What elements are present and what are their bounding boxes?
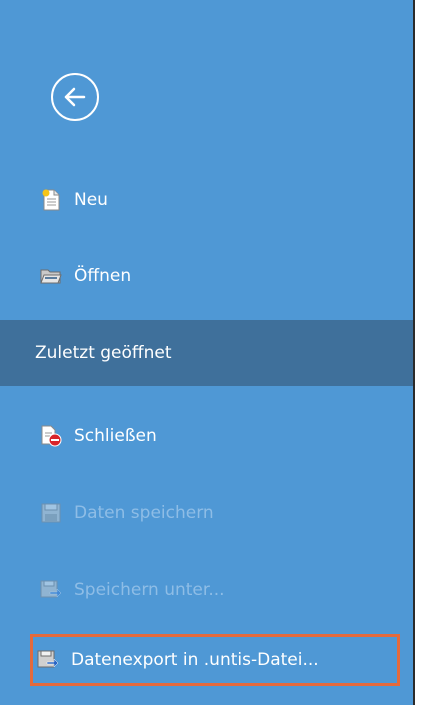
back-button[interactable]	[51, 73, 99, 121]
arrow-left-icon	[64, 87, 86, 107]
menu-item-label: Speichern unter...	[74, 580, 225, 600]
menu-item-new[interactable]: Neu	[0, 170, 413, 230]
menu-item-close[interactable]: Schließen	[0, 406, 413, 466]
menu-item-label: Zuletzt geöffnet	[35, 343, 172, 363]
menu-item-open[interactable]: Öffnen	[0, 246, 413, 306]
save-as-icon	[40, 579, 62, 601]
close-document-icon	[40, 425, 62, 447]
menu-item-label: Daten speichern	[74, 503, 214, 523]
open-folder-icon	[40, 265, 62, 287]
save-icon	[40, 502, 62, 524]
menu-item-label: Neu	[74, 190, 108, 210]
window-border	[413, 0, 415, 705]
new-document-icon	[40, 189, 62, 211]
menu-item-save-as: Speichern unter...	[0, 560, 413, 620]
menu-item-label: Schließen	[74, 426, 157, 446]
menu-item-save: Daten speichern	[0, 483, 413, 543]
menu-item-label: Öffnen	[74, 266, 132, 286]
backstage-menu-panel: Neu Öffnen Zuletzt geöffnet Schließen Da…	[0, 0, 413, 705]
export-icon	[37, 649, 59, 671]
menu-item-recent[interactable]: Zuletzt geöffnet	[0, 320, 413, 386]
menu-item-export[interactable]: Datenexport in .untis-Datei...	[30, 634, 400, 686]
menu-item-label: Datenexport in .untis-Datei...	[71, 650, 319, 670]
